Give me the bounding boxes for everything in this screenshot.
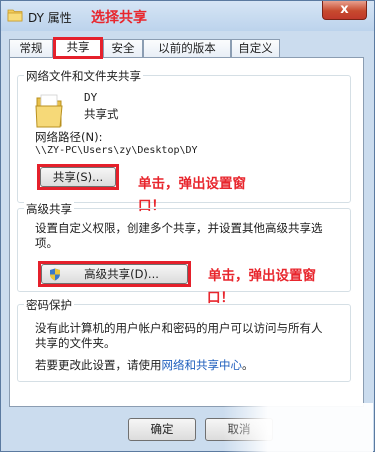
advanced-share-button-label: 高级共享(D)... (84, 267, 159, 281)
close-button[interactable]: x (322, 1, 367, 20)
tab-security[interactable]: 安全 (103, 39, 143, 58)
ok-button[interactable]: 确定 (128, 418, 196, 441)
network-share-group: 网络文件和文件夹共享 DY 共享式 网络路径(N): \\ZY-PC\Users… (17, 68, 351, 214)
network-path-label: 网络路径(N): (35, 130, 103, 144)
password-desc-1: 没有此计算机的用户帐户和密码的用户可以访问与所有人 (35, 321, 323, 335)
tab-customize[interactable]: 自定义 (231, 39, 280, 58)
password-desc-2: 共享的文件夹。 (35, 336, 116, 350)
password-group: 密码保护 没有此计算机的用户帐户和密码的用户可以访问与所有人 共享的文件夹。 若… (17, 297, 351, 382)
network-path-value[interactable]: \\ZY-PC\Users\zy\Desktop\DY (35, 145, 198, 156)
folder-name: DY (84, 91, 98, 104)
network-share-title: 网络文件和文件夹共享 (24, 68, 143, 84)
tab-previous-versions[interactable]: 以前的版本 (143, 39, 231, 58)
uac-shield-icon (50, 268, 60, 281)
annotation-select-share: 选择共享 (91, 10, 147, 26)
annotation-advanced-line2: 口！ (207, 290, 234, 306)
password-title: 密码保护 (24, 297, 74, 313)
advanced-share-button[interactable]: 高级共享(D)... (41, 264, 188, 284)
window-title: DY 属性 (28, 11, 72, 25)
password-change-prefix: 若要更改此设置，请使用 (35, 358, 162, 372)
advanced-share-title: 高级共享 (24, 201, 74, 217)
advanced-share-group: 高级共享 设置自定义权限，创建多个共享，并设置其他高级共享选 项。 高级共享(D… (17, 201, 351, 292)
close-icon: x (340, 2, 349, 17)
advanced-share-desc-2: 项。 (35, 236, 58, 250)
shared-folder-icon (35, 94, 63, 128)
password-change-suffix: 。 (242, 358, 254, 372)
title-bar[interactable]: DY 属性 选择共享 x (1, 1, 374, 31)
tab-sharing[interactable]: 共享 (53, 37, 103, 59)
advanced-share-desc-1: 设置自定义权限，创建多个共享，并设置其他高级共享选 (35, 221, 323, 235)
folder-icon (7, 9, 23, 22)
sharing-panel: 网络文件和文件夹共享 DY 共享式 网络路径(N): \\ZY-PC\Users… (9, 57, 364, 407)
share-button[interactable]: 共享(S)... (40, 167, 116, 187)
share-status: 共享式 (84, 107, 119, 121)
annotation-share-line1: 单击，弹出设置窗 (138, 176, 246, 192)
watermark-overlay (223, 403, 373, 452)
network-sharing-center-link[interactable]: 网络和共享中心 (162, 358, 243, 372)
tab-general[interactable]: 常规 (9, 39, 53, 58)
annotation-advanced-line1: 单击，弹出设置窗 (208, 268, 316, 284)
properties-window: DY 属性 选择共享 x 常规 共享 安全 以前的版本 自定义 网络文件和文件夹… (0, 0, 375, 452)
password-change-text: 若要更改此设置，请使用网络和共享中心。 (35, 357, 254, 373)
